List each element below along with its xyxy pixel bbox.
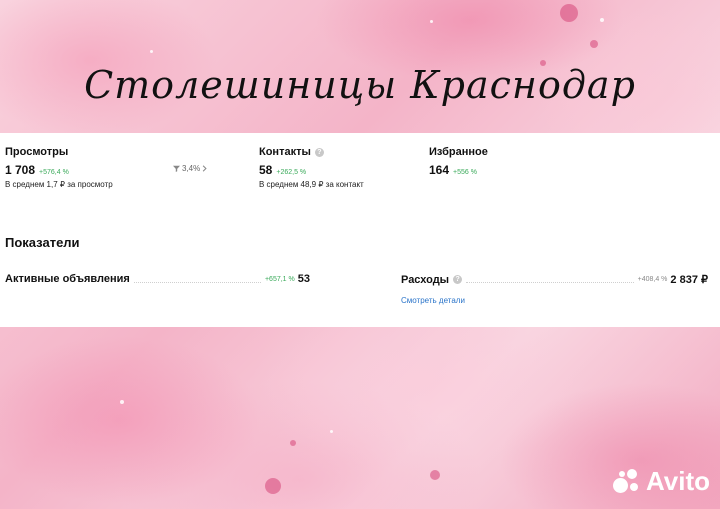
expenses-delta: +408,4 % bbox=[637, 276, 668, 283]
filter-icon bbox=[173, 165, 180, 172]
chevron-right-icon bbox=[202, 165, 207, 172]
views-delta: +576,4 % bbox=[39, 169, 69, 176]
favorites-delta: +556 % bbox=[453, 169, 477, 176]
shop-title: Столешиницы Краснодар bbox=[84, 63, 636, 108]
dotted-leader bbox=[133, 281, 261, 283]
avito-logo-icon bbox=[612, 468, 641, 495]
active-ads-label: Активные объявления bbox=[5, 273, 130, 285]
paint-dot bbox=[120, 400, 124, 404]
views-filter-value: 3,4% bbox=[182, 164, 201, 173]
contacts-delta: +262,5 % bbox=[276, 169, 307, 176]
paint-dot bbox=[430, 20, 433, 23]
dotted-leader bbox=[466, 282, 634, 283]
paint-splatter bbox=[590, 40, 598, 48]
contacts-label: Контакты bbox=[259, 146, 311, 158]
paint-splatter bbox=[430, 470, 440, 480]
expenses-value: 2 837 ₽ bbox=[670, 274, 708, 286]
views-value: 1 708 bbox=[5, 163, 36, 177]
statistics-panel: Просмотры 1 708 +576,4 % В среднем 1,7 ₽… bbox=[0, 133, 720, 327]
active-ads-delta: +657,1 % bbox=[264, 275, 295, 283]
expenses-label: Расходы bbox=[401, 273, 450, 286]
paint-dot bbox=[150, 50, 153, 53]
active-ads-value: 53 bbox=[297, 273, 310, 285]
paint-splatter bbox=[290, 440, 296, 446]
info-icon[interactable]: ? bbox=[453, 275, 463, 284]
expenses-row: Расходы ? +408,4 % 2 837 ₽ bbox=[401, 273, 708, 287]
views-filter-chip[interactable]: 3,4% bbox=[173, 164, 207, 173]
info-icon[interactable]: ? bbox=[314, 147, 324, 157]
avito-watermark: Avito bbox=[612, 466, 710, 497]
contacts-stat: Контакты ? 58 +262,5 % В среднем 48,9 ₽ … bbox=[259, 146, 364, 189]
contacts-value: 58 bbox=[259, 163, 273, 177]
indicators-title: Показатели bbox=[5, 235, 80, 250]
favorites-stat: Избранное 164 +556 % bbox=[429, 146, 488, 177]
avito-brand-text: Avito bbox=[645, 466, 710, 496]
paint-dot bbox=[600, 18, 604, 22]
view-details-link[interactable]: Смотреть детали bbox=[401, 296, 465, 305]
paint-dot bbox=[330, 430, 333, 433]
views-label: Просмотры bbox=[5, 146, 69, 158]
views-stat: Просмотры 1 708 +576,4 % В среднем 1,7 ₽… bbox=[5, 146, 113, 189]
contacts-average: В среднем 48,9 ₽ за контакт bbox=[259, 180, 364, 189]
paint-splatter bbox=[560, 4, 578, 22]
views-average: В среднем 1,7 ₽ за просмотр bbox=[5, 180, 113, 189]
favorites-value: 164 bbox=[429, 163, 450, 177]
paint-splatter bbox=[265, 478, 281, 494]
favorites-label: Избранное bbox=[429, 146, 488, 158]
active-ads-row: Активные объявления +657,1 % 53 bbox=[5, 273, 310, 285]
